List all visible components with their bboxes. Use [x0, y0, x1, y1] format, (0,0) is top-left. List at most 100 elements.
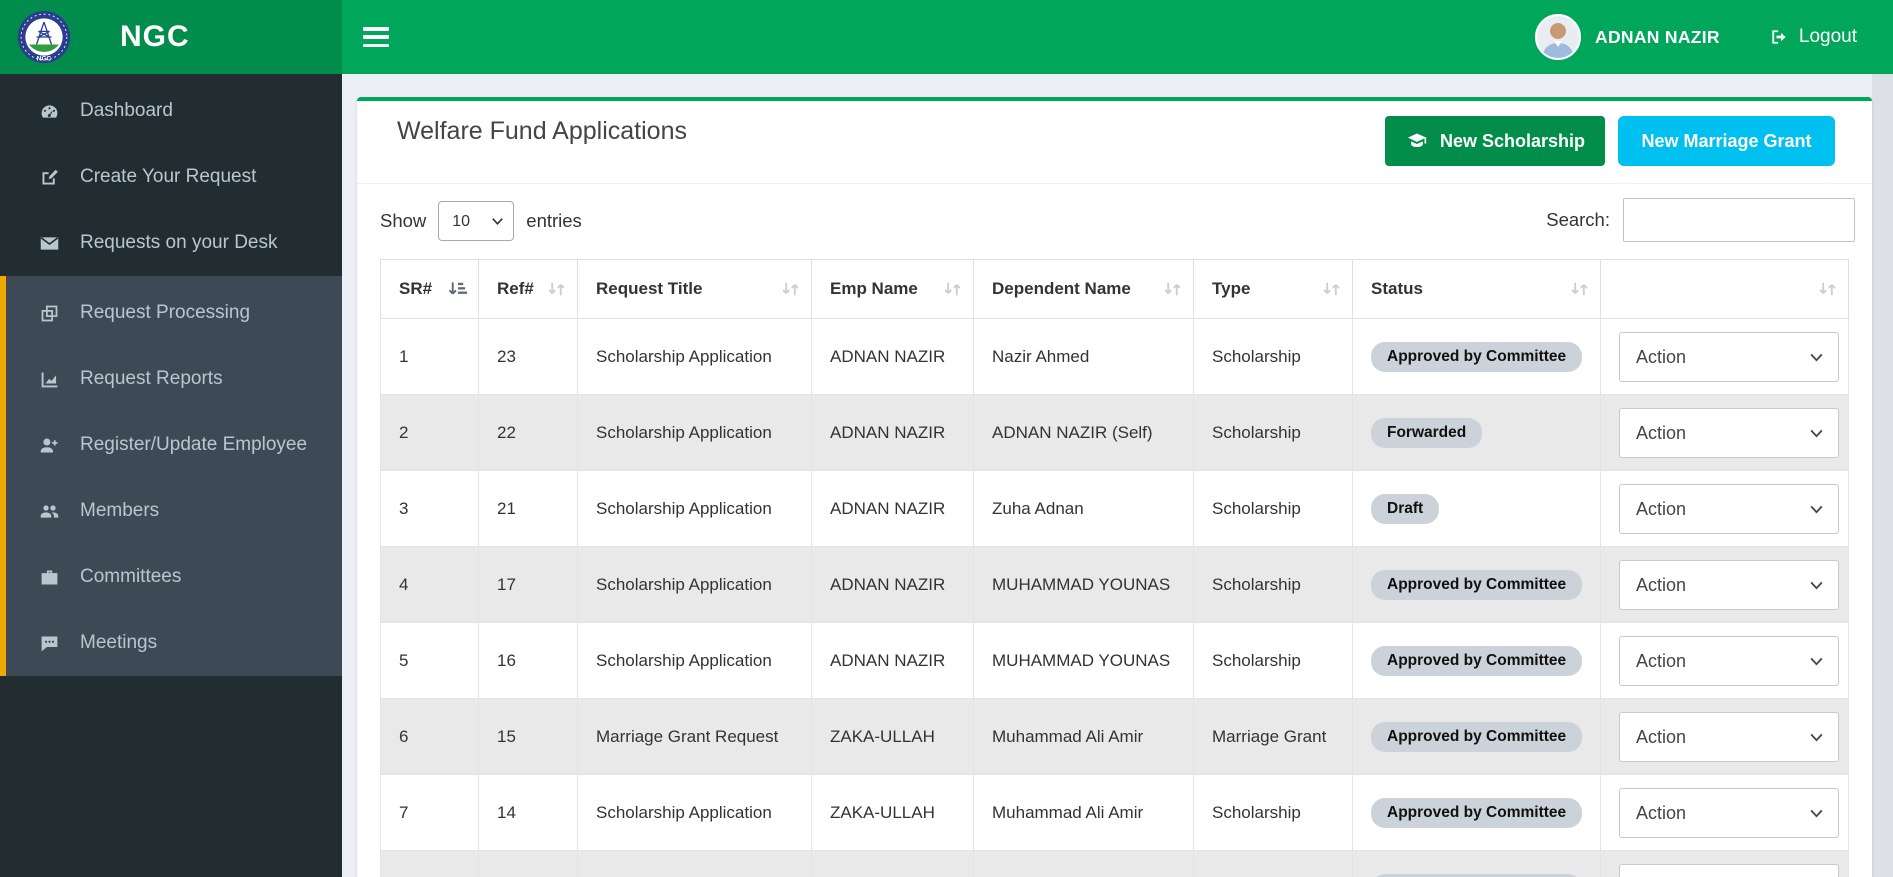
status-badge: Draft: [1371, 494, 1439, 524]
cell-type: Scholarship: [1194, 547, 1353, 623]
action-select[interactable]: Action: [1619, 788, 1839, 838]
sort-icon: [1321, 281, 1342, 298]
status-badge: Approved by Committee: [1371, 646, 1582, 676]
sign-out-icon: [1768, 27, 1790, 47]
cell-request-title: Marriage Grant Request: [578, 699, 812, 775]
column-header-status[interactable]: Status: [1353, 260, 1601, 319]
search-input[interactable]: [1623, 198, 1855, 242]
sidebar-item-request-processing[interactable]: Request Processing: [6, 280, 342, 346]
sidebar-item-meetings[interactable]: Meetings: [6, 610, 342, 676]
copy-icon: [36, 301, 62, 325]
cell-status: Forwarded: [1353, 395, 1601, 471]
cell-dependent-name: Nazir Ahmed: [974, 319, 1194, 395]
column-header-sr[interactable]: SR#: [381, 260, 479, 319]
sidebar-item-label: Dashboard: [80, 100, 173, 122]
user-name[interactable]: ADNAN NAZIR: [1595, 27, 1720, 48]
sidebar-item-label: Register/Update Employee: [80, 434, 307, 456]
sidebar-item-label: Request Processing: [80, 302, 250, 324]
cell-type: Scholarship: [1194, 623, 1353, 699]
table-row: 714Scholarship ApplicationZAKA-ULLAHMuha…: [381, 775, 1849, 851]
column-header-request-title[interactable]: Request Title: [578, 260, 812, 319]
sidebar-item-label: Create Your Request: [80, 166, 256, 188]
action-select-wrap: Action: [1619, 408, 1839, 458]
sort-icon: [1817, 281, 1838, 298]
cell-ref: 23: [479, 319, 578, 395]
cell-dependent-name: Muhammad Ali Amir: [974, 775, 1194, 851]
new-scholarship-button[interactable]: New Scholarship: [1385, 116, 1605, 166]
cell-dependent-name: MUHAMMAD YOUNAS: [974, 851, 1194, 877]
avatar-photo-icon: [1537, 16, 1579, 58]
action-select-wrap: Action: [1619, 864, 1839, 877]
envelope-icon: [36, 231, 62, 255]
cell-type: Scholarship: [1194, 471, 1353, 547]
cell-status: Approved by Committee: [1353, 547, 1601, 623]
cell-action: Action: [1601, 547, 1849, 623]
sidebar-item-register-update-employee[interactable]: Register/Update Employee: [6, 412, 342, 478]
comments-icon: [36, 631, 62, 655]
sidebar-item-request-reports[interactable]: Request Reports: [6, 346, 342, 412]
sidebar-item-create-your-request[interactable]: Create Your Request: [0, 144, 342, 210]
cell-action: Action: [1601, 471, 1849, 547]
action-select-wrap: Action: [1619, 484, 1839, 534]
status-badge: Forwarded: [1371, 418, 1482, 448]
cell-sr: 2: [381, 395, 479, 471]
user-avatar[interactable]: [1535, 14, 1581, 60]
applications-table: SR#Ref#Request TitleEmp Name Dependent Na…: [380, 259, 1849, 877]
table-controls: Show 10 entries Search:: [357, 184, 1872, 259]
action-select-wrap: Action: [1619, 636, 1839, 686]
logout-label: Logout: [1799, 26, 1857, 48]
page-length-select[interactable]: 10: [438, 201, 514, 241]
sidebar-item-dashboard[interactable]: Dashboard: [0, 78, 342, 144]
new-marriage-grant-button[interactable]: New Marriage Grant: [1618, 116, 1835, 166]
dashboard-icon: [36, 99, 62, 123]
cell-sr: 7: [381, 775, 479, 851]
sidebar-item-members[interactable]: Members: [6, 478, 342, 544]
cell-emp-name: ADNAN NAZIR: [812, 319, 974, 395]
cell-action: Action: [1601, 319, 1849, 395]
column-label: Dependent Name: [992, 279, 1131, 298]
cell-request-title: Scholarship Application: [578, 623, 812, 699]
cell-emp-name: ADNAN NAZIR: [812, 471, 974, 547]
action-select[interactable]: Action: [1619, 484, 1839, 534]
table-row: 417Scholarship ApplicationADNAN NAZIRMUH…: [381, 547, 1849, 623]
column-header-type[interactable]: Type: [1194, 260, 1353, 319]
main-content: Welfare Fund Applications New Scholarshi…: [342, 74, 1893, 877]
cell-ref: 16: [479, 623, 578, 699]
column-header-ref[interactable]: Ref#: [479, 260, 578, 319]
table-row: 222Scholarship ApplicationADNAN NAZIRADN…: [381, 395, 1849, 471]
table-row: 813Scholarship ApplicationADNAN NAZIRMUH…: [381, 851, 1849, 877]
action-select[interactable]: Action: [1619, 712, 1839, 762]
sidebar-item-requests-on-your-desk[interactable]: Requests on your Desk: [0, 210, 342, 276]
sidebar: Dashboard Create Your Request Requests on …: [0, 74, 342, 877]
column-header-actions[interactable]: [1601, 260, 1849, 319]
action-select[interactable]: Action: [1619, 332, 1839, 382]
action-select[interactable]: Action: [1619, 560, 1839, 610]
action-select[interactable]: Action: [1619, 408, 1839, 458]
cell-emp-name: ADNAN NAZIR: [812, 851, 974, 877]
sidebar-item-committees[interactable]: Committees: [6, 544, 342, 610]
status-badge: Approved by Committee: [1371, 342, 1582, 372]
page-title: Welfare Fund Applications: [397, 117, 687, 146]
action-select-wrap: Action: [1619, 560, 1839, 610]
cell-ref: 13: [479, 851, 578, 877]
entries-label: entries: [526, 210, 582, 232]
status-badge: Approved by Committee: [1371, 798, 1582, 828]
cell-status: Approved by Committee: [1353, 319, 1601, 395]
cell-request-title: Scholarship Application: [578, 395, 812, 471]
status-badge: Approved by Committee: [1371, 874, 1582, 877]
column-label: Type: [1212, 279, 1250, 298]
column-header-dependent-name[interactable]: Dependent Name: [974, 260, 1194, 319]
cell-status: Approved by Committee: [1353, 775, 1601, 851]
sidebar-toggle-icon[interactable]: [363, 27, 389, 47]
column-header-emp-name[interactable]: Emp Name: [812, 260, 974, 319]
logout-button[interactable]: Logout: [1768, 26, 1857, 48]
brand-name: NGC: [120, 20, 190, 54]
action-select[interactable]: Action: [1619, 864, 1839, 877]
action-select[interactable]: Action: [1619, 636, 1839, 686]
app-header: NGC NGC ADNAN NAZIR Logout: [0, 0, 1893, 74]
cell-status: Draft: [1353, 471, 1601, 547]
table-body: 123Scholarship ApplicationADNAN NAZIRNaz…: [381, 319, 1849, 877]
cell-type: Scholarship: [1194, 395, 1353, 471]
brand-logo-block[interactable]: NGC NGC: [0, 0, 342, 74]
card-header: Welfare Fund Applications New Scholarshi…: [357, 101, 1872, 184]
